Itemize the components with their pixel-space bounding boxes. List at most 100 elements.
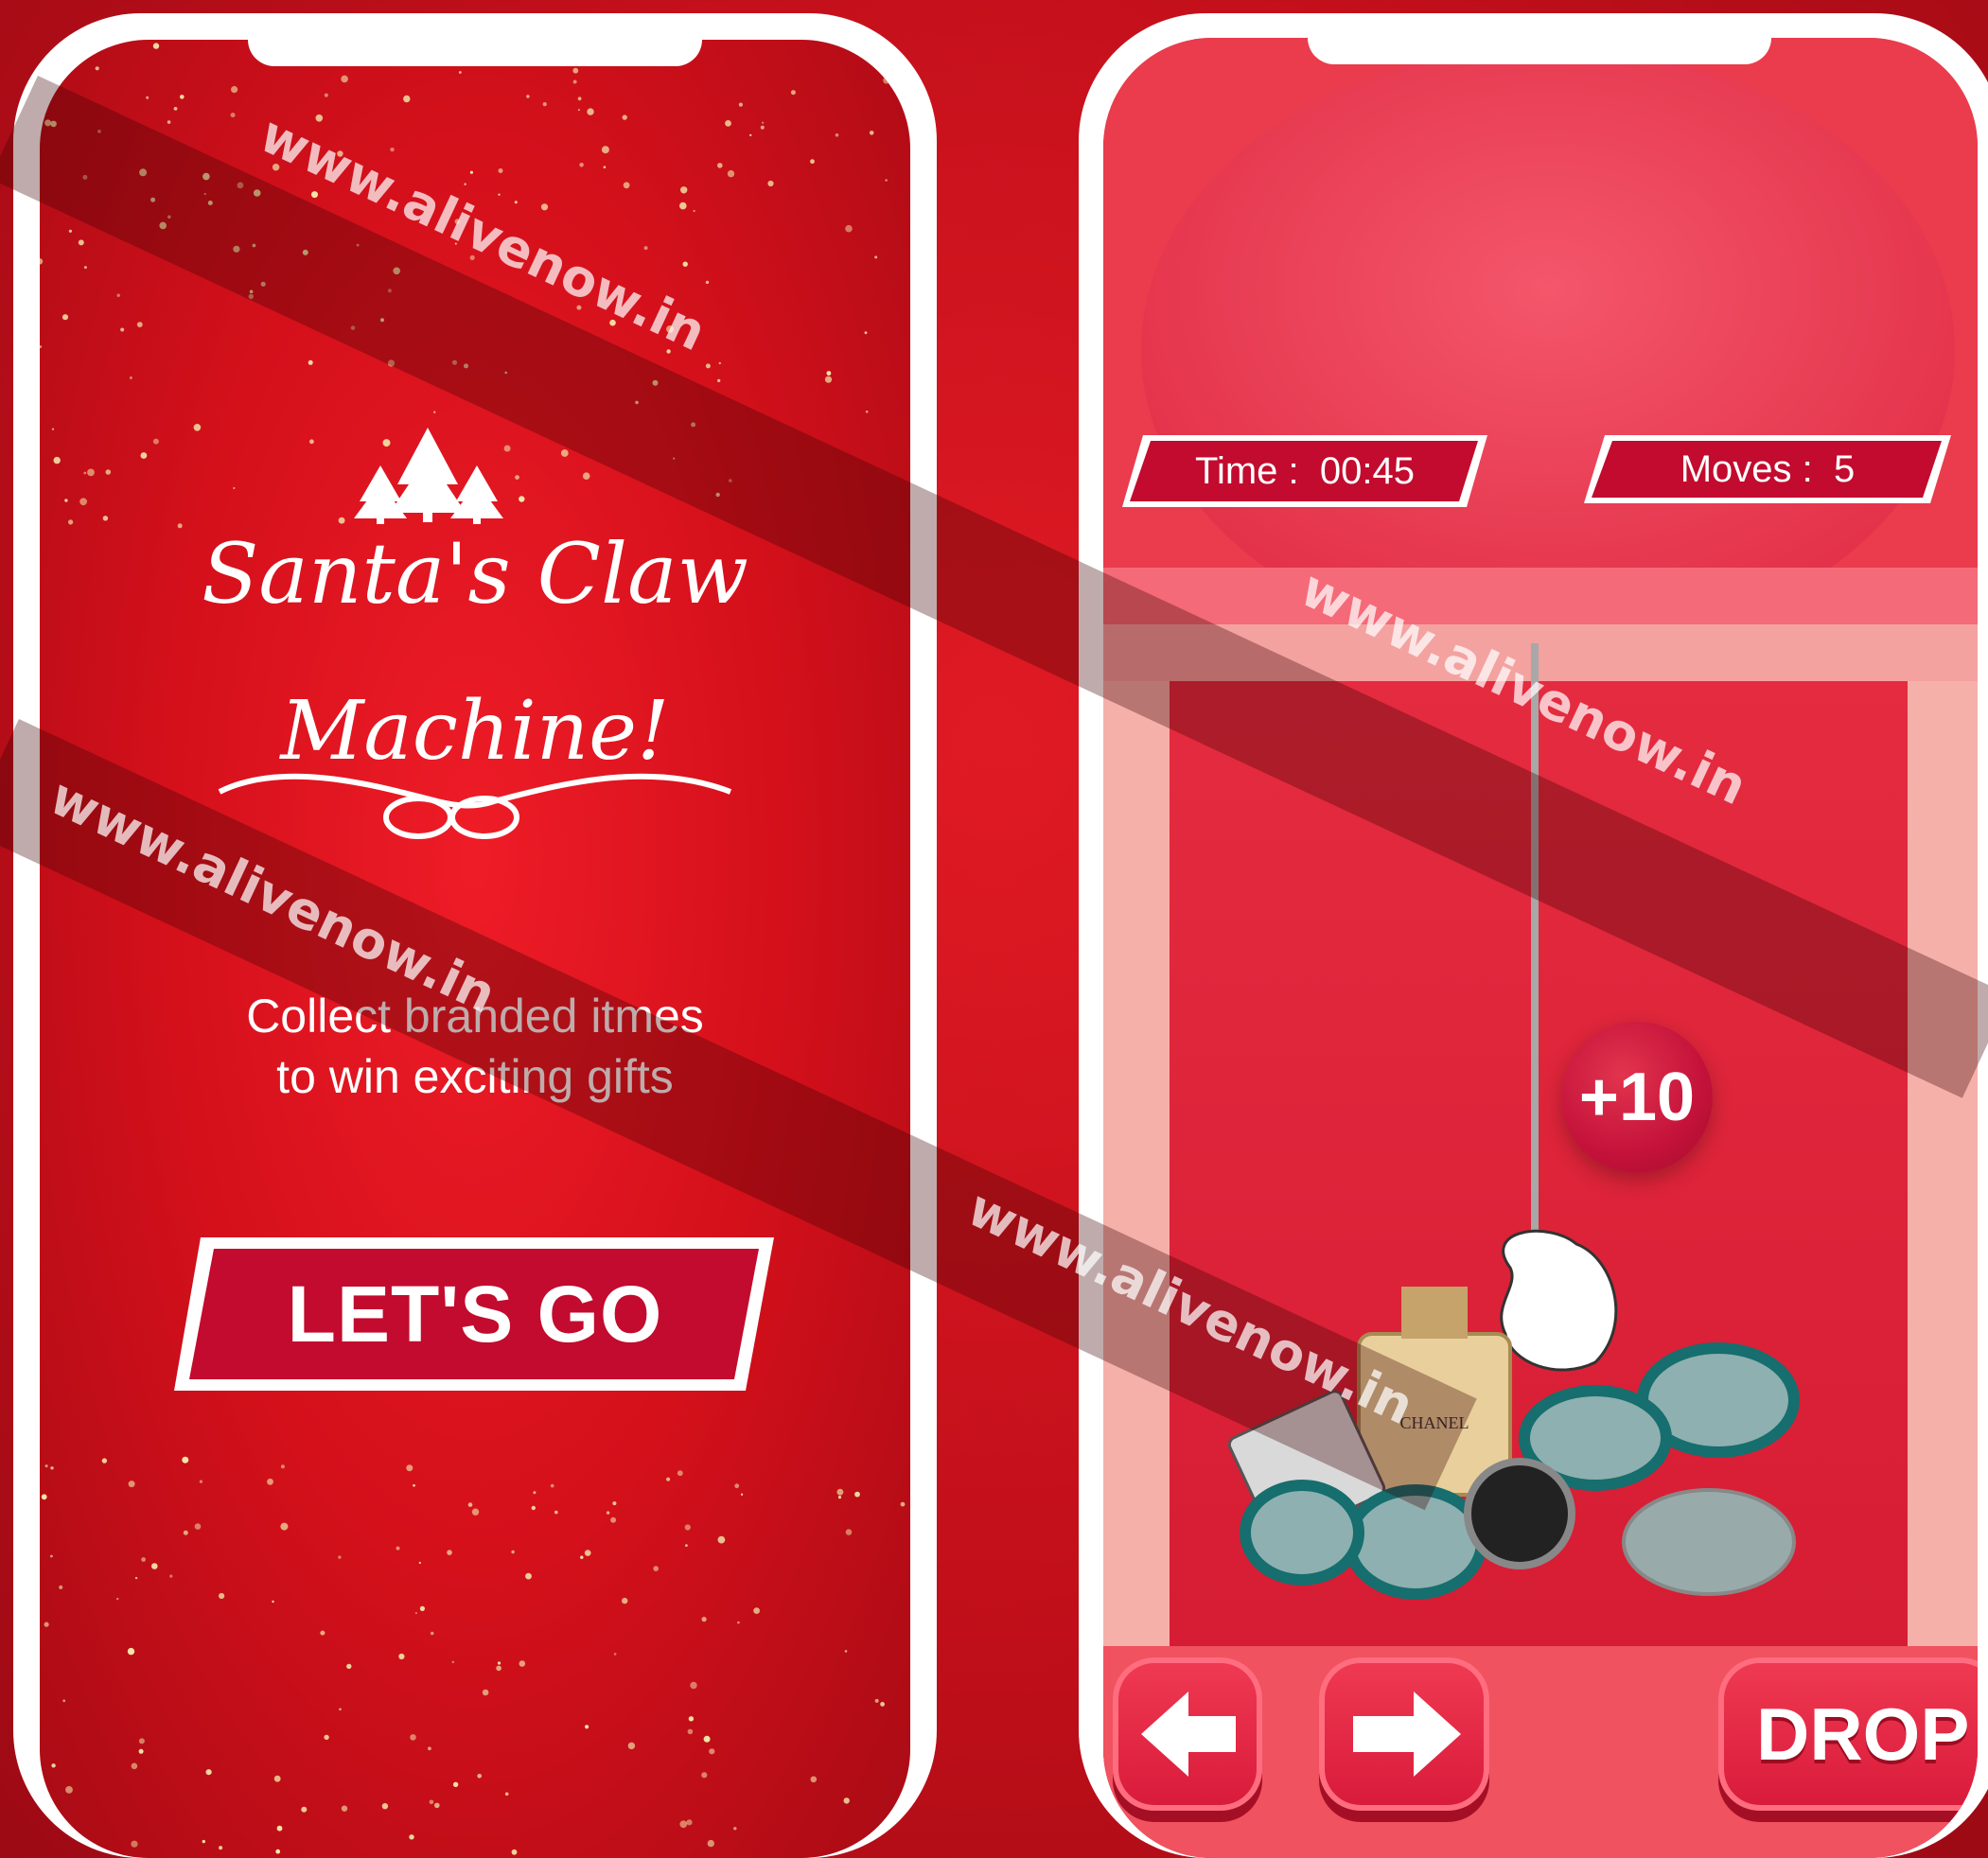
sparkle-dot	[413, 1483, 415, 1487]
sparkle-dot	[116, 1597, 119, 1601]
sparkle-dot	[127, 1647, 135, 1656]
sparkle-dot	[554, 1510, 558, 1515]
sparkle-dot	[874, 1698, 879, 1703]
sparkle-dot	[703, 1735, 711, 1743]
sparkle-dot	[219, 1846, 223, 1850]
sparkle-dot	[737, 1621, 740, 1624]
sparkle-dot	[41, 1494, 47, 1500]
title-line1: Santa's Claw	[202, 525, 748, 622]
sparkle-dot	[452, 1781, 459, 1788]
sparkle-dot	[202, 1839, 205, 1844]
sparkle-dot	[580, 1555, 584, 1559]
sparkle-dot	[504, 1792, 509, 1797]
sparkle-dot	[219, 1592, 225, 1600]
sparkle-dot	[496, 1665, 501, 1672]
sparkle-dot	[677, 1470, 683, 1477]
sparkle-dot	[65, 1786, 73, 1794]
sparkle-dot	[410, 1734, 416, 1741]
phone-notch	[248, 40, 702, 66]
sparkle-dot	[182, 1456, 189, 1464]
sunglasses-lens	[1622, 1488, 1796, 1596]
sparkle-dot	[44, 1464, 48, 1468]
sparkle-dot	[381, 1803, 389, 1810]
sparkle-dot	[280, 1522, 289, 1531]
sparkle-dot	[753, 1607, 760, 1614]
sparkle-dot	[138, 1738, 145, 1744]
black-watch	[1464, 1458, 1575, 1569]
sparkle-dot	[707, 1839, 714, 1848]
sparkle-dot	[511, 1849, 518, 1855]
sparkle-dot	[688, 1716, 695, 1722]
sparkle-dot	[685, 1544, 688, 1547]
sparkle-dot	[666, 1477, 671, 1481]
sparkle-dot	[717, 1535, 726, 1544]
arrow-right-icon	[1353, 1691, 1461, 1777]
time-display: Time : 00:45	[1120, 433, 1489, 509]
sparkle-dot	[272, 1600, 274, 1604]
sparkle-dot	[339, 1708, 342, 1711]
sparkle-dot	[533, 1491, 537, 1495]
score-popup: +10	[1561, 1022, 1713, 1173]
time-label: Time : 00:45	[1195, 449, 1415, 492]
sparkle-dot	[275, 1849, 281, 1854]
sparkle-dot	[622, 1597, 628, 1604]
sparkle-dot	[131, 1840, 138, 1848]
move-right-button[interactable]	[1319, 1657, 1489, 1811]
sparkle-dot	[430, 1631, 434, 1636]
flourish-ornament	[218, 773, 732, 839]
sparkle-dot	[482, 1689, 489, 1696]
moves-label: Moves : 5	[1680, 447, 1856, 490]
title-line2: Machine!	[278, 684, 669, 779]
sparkle-dot	[44, 1621, 49, 1627]
sparkle-dot	[429, 1799, 434, 1805]
sparkle-dot	[497, 1661, 501, 1665]
machine-shelf	[1103, 568, 1978, 624]
sparkle-dot	[525, 1572, 532, 1580]
sparkle-dot	[880, 1702, 885, 1707]
sparkle-dot	[50, 1466, 54, 1470]
sparkle-dot	[447, 1550, 452, 1555]
sparkle-dot	[471, 1508, 480, 1516]
sparkle-dot	[406, 1464, 413, 1472]
sparkle-dot	[653, 1566, 659, 1571]
sparkle-dot	[151, 1563, 158, 1569]
sparkle-dot	[686, 1819, 693, 1826]
sparkle-dot	[131, 1762, 138, 1770]
move-left-button[interactable]	[1113, 1657, 1262, 1811]
sparkle-dot	[51, 1763, 56, 1768]
sparkle-dot	[101, 1458, 108, 1464]
sparkle-dot	[613, 1653, 617, 1656]
arrow-left-icon	[1141, 1691, 1236, 1777]
sparkle-dot	[50, 1554, 53, 1558]
sparkle-dot	[810, 1776, 818, 1783]
sparkle-dot	[320, 1630, 325, 1636]
lets-go-button[interactable]: LET'S GO	[172, 1234, 778, 1394]
sparkle-dot	[59, 1585, 63, 1589]
sparkle-dot	[267, 1478, 273, 1485]
sparkle-dot	[531, 1505, 536, 1511]
sparkle-dot	[854, 1491, 860, 1498]
sparkle-dot	[428, 1746, 431, 1751]
drop-button[interactable]: DROP	[1718, 1657, 1978, 1811]
sparkle-dot	[273, 1775, 281, 1782]
sparkle-dot	[550, 1483, 554, 1488]
sparkle-dot	[134, 1576, 138, 1580]
lets-go-label: LET'S GO	[287, 1269, 663, 1358]
sparkle-dot	[844, 1650, 848, 1653]
sparkle-dot	[836, 1488, 844, 1496]
sparkle-dot	[477, 1774, 483, 1779]
sparkle-dot	[612, 1501, 617, 1506]
sparkle-dot	[701, 1617, 707, 1622]
sparkle-dot	[606, 1511, 610, 1515]
sparkle-dot	[434, 1802, 440, 1809]
sparkle-dot	[837, 1496, 842, 1499]
sparkle-dot	[451, 1660, 454, 1664]
sparkle-dot	[341, 1805, 348, 1812]
sparkle-dot	[346, 1663, 352, 1670]
phone-notch	[1308, 38, 1771, 64]
sparkle-dot	[741, 1493, 744, 1496]
sparkle-dot	[199, 1480, 202, 1483]
sparkle-dot	[183, 1530, 188, 1535]
sparkle-dot	[690, 1681, 697, 1690]
sparkle-dot	[733, 1827, 737, 1831]
